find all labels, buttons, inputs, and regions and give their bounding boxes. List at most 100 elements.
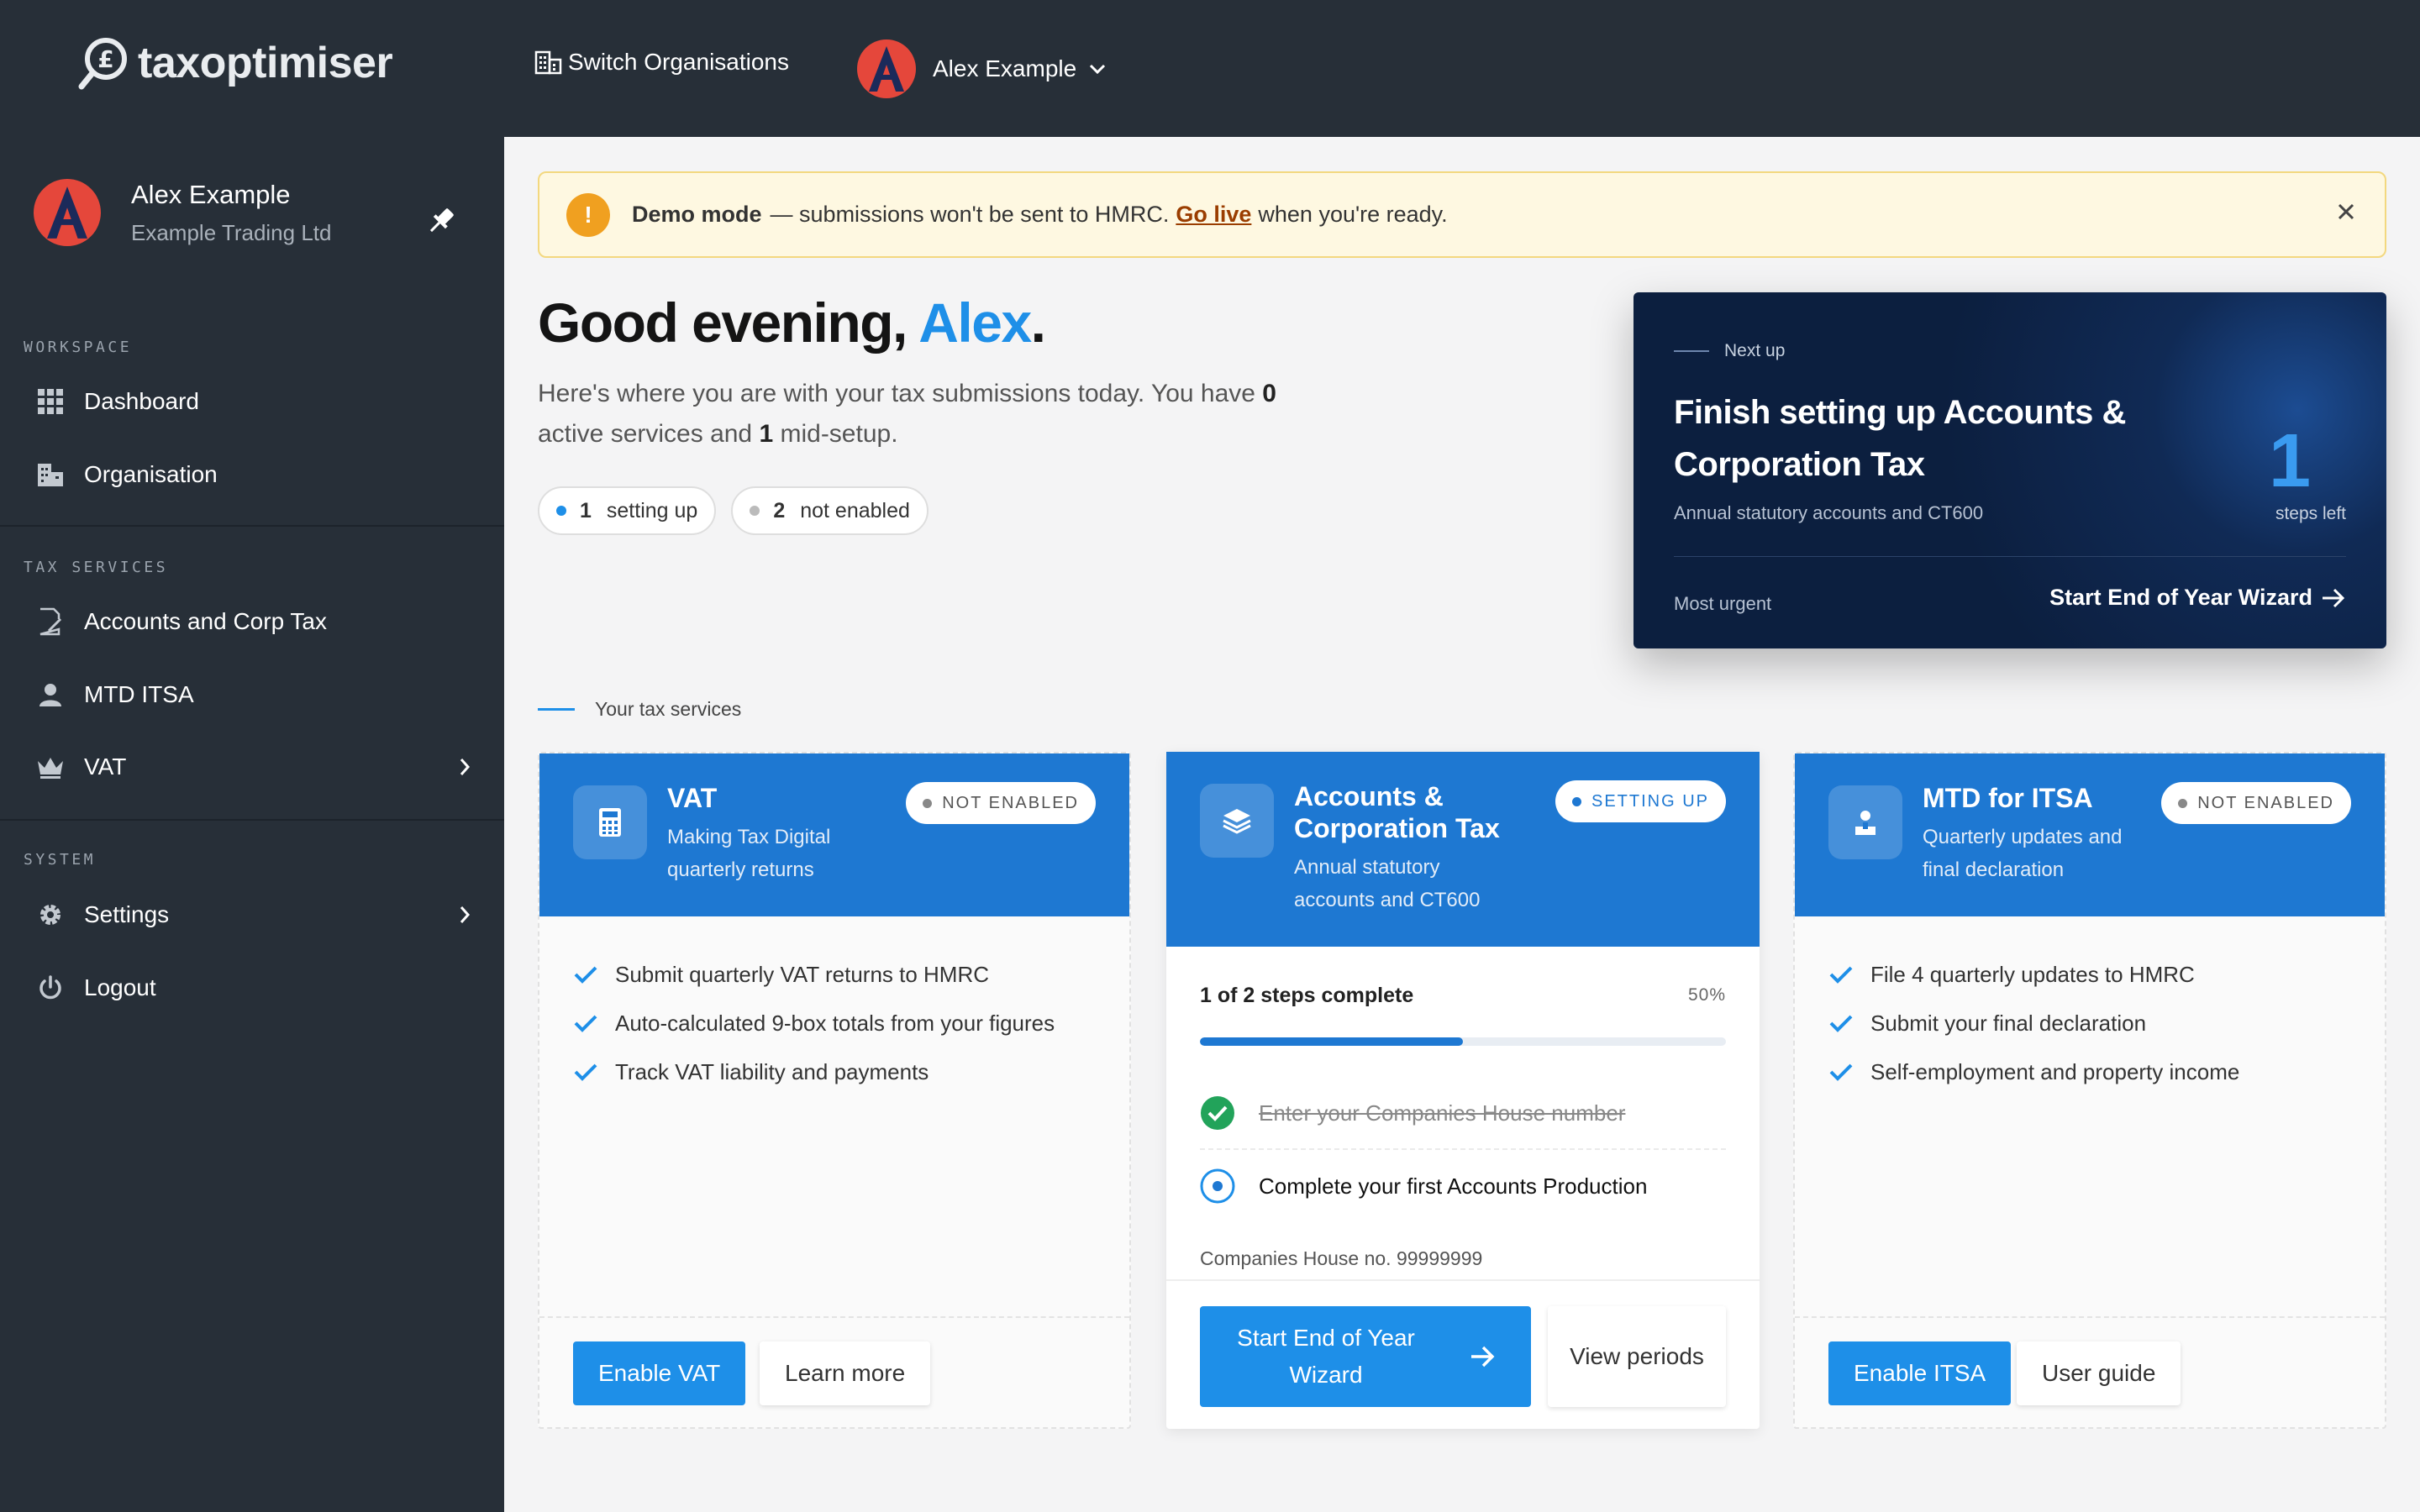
cta-label: Start End of Year Wizard: [2049, 585, 2312, 610]
avatar: [34, 179, 101, 246]
progress-fill: [1200, 1037, 1463, 1046]
calculator-icon: [573, 785, 647, 859]
start-end-of-year-wizard-button[interactable]: Start End of Year Wizard: [1200, 1306, 1531, 1407]
logo[interactable]: £ taxoptimiser: [77, 34, 393, 92]
sidebar-item-label: VAT: [84, 753, 127, 780]
check-icon: [1829, 1015, 1853, 1032]
progress-bar: [1200, 1037, 1726, 1046]
step-text: Complete your first Accounts Production: [1259, 1173, 1648, 1199]
next-up-title: Finish setting up Accounts & Corporation…: [1674, 394, 2126, 483]
document-edit-icon: [39, 607, 62, 636]
arrow-right-icon: [1471, 1346, 1495, 1368]
switch-organisations-label: Switch Organisations: [568, 49, 790, 75]
avatar: [857, 39, 916, 98]
sidebar-user: Alex Example Example Trading Ltd: [34, 179, 331, 246]
intro-text: Here's where you are with your tax submi…: [538, 374, 1344, 454]
sidebar-item-vat[interactable]: VAT: [34, 742, 471, 792]
close-icon[interactable]: [2336, 202, 2356, 222]
services-label-text: Your tax services: [595, 698, 742, 720]
power-icon: [39, 975, 61, 1000]
switch-organisations-button[interactable]: Switch Organisations: [534, 49, 789, 76]
top-bar: £ taxoptimiser Switch Organisations Alex…: [0, 0, 2420, 137]
letter-a-avatar-icon: [869, 46, 904, 92]
vat-card: VAT Making Tax Digital quarterly returns…: [538, 752, 1131, 1429]
chip-not-enabled[interactable]: 2 not enabled: [731, 486, 929, 535]
user-guide-button[interactable]: User guide: [2017, 1341, 2181, 1405]
feature-text: Track VAT liability and payments: [615, 1058, 929, 1084]
divider: [1674, 556, 2346, 557]
section-system: SYSTEM: [24, 851, 97, 869]
chip-count: 1: [580, 498, 592, 522]
active-count: 0: [1262, 380, 1276, 407]
grid-icon: [38, 389, 63, 414]
badge-text: SETTING UP: [1591, 791, 1709, 811]
list-item: Auto-calculated 9-box totals from your f…: [573, 999, 1055, 1047]
check-icon: [1829, 966, 1853, 984]
sidebar-user-name: Alex Example: [131, 179, 291, 209]
card-title: VAT: [667, 783, 718, 813]
button-label: Start End of Year Wizard: [1237, 1325, 1415, 1388]
view-periods-button[interactable]: View periods: [1548, 1306, 1726, 1407]
step-text: Enter your Companies House number: [1259, 1100, 1626, 1126]
intro-part: Here's where you are with your tax submi…: [538, 380, 1263, 407]
badge-text: NOT ENABLED: [2197, 793, 2334, 812]
card-title: MTD for ITSA: [1923, 783, 2093, 813]
sidebar-item-mtd-itsa[interactable]: MTD ITSA: [34, 669, 471, 720]
step-current[interactable]: Complete your first Accounts Production: [1200, 1150, 1726, 1222]
sidebar-divider: [0, 819, 504, 821]
sidebar-item-settings[interactable]: Settings: [34, 890, 471, 940]
list-item: Self-employment and property income: [1828, 1047, 2239, 1096]
check-circle-icon: [1201, 1096, 1234, 1130]
enable-itsa-button[interactable]: Enable ITSA: [1828, 1341, 2012, 1405]
section-workspace: WORKSPACE: [24, 339, 133, 356]
step-done[interactable]: Enter your Companies House number: [1200, 1078, 1726, 1150]
list-item: Submit your final declaration: [1828, 999, 2239, 1047]
go-live-link[interactable]: Go live: [1176, 202, 1251, 228]
list-item: File 4 quarterly updates to HMRC: [1828, 950, 2239, 999]
intro-part: active services and: [538, 420, 760, 448]
card-footer: Start End of Year Wizard View periods: [1166, 1279, 1760, 1429]
svg-text:£: £: [97, 45, 113, 73]
card-title: Accounts & Corporation Tax: [1294, 781, 1500, 843]
chip-label: setting up: [606, 498, 698, 522]
check-icon: [574, 1015, 597, 1032]
sidebar-item-label: Organisation: [84, 461, 218, 487]
card-subtitle: Annual statutory accounts and CT600: [1294, 856, 1481, 911]
feature-text: Self-employment and property income: [1870, 1058, 2240, 1084]
feature-text: Auto-calculated 9-box totals from your f…: [615, 1010, 1055, 1036]
crown-icon: [38, 758, 63, 779]
status-dot: [750, 506, 760, 516]
person-icon: [39, 684, 61, 706]
check-icon: [574, 1063, 597, 1081]
banner-text: — submissions won't be sent to HMRC.: [770, 202, 1170, 227]
sidebar-item-label: Settings: [84, 901, 170, 927]
sidebar-item-organisation[interactable]: Organisation: [34, 449, 471, 500]
pin-icon[interactable]: [424, 204, 458, 238]
sidebar-item-dashboard[interactable]: Dashboard: [34, 376, 471, 427]
gear-icon: [40, 905, 60, 925]
badge-text: NOT ENABLED: [942, 793, 1079, 812]
check-icon: [1829, 1063, 1853, 1081]
feature-text: File 4 quarterly updates to HMRC: [1870, 961, 2195, 987]
arrow-right-icon: [2323, 588, 2345, 607]
chip-setting-up[interactable]: 1 setting up: [538, 486, 717, 535]
steps-left-count: 1: [2268, 419, 2311, 503]
demo-mode-banner: ! Demo mode — submissions won't be sent …: [538, 171, 2386, 258]
start-wizard-link[interactable]: Start End of Year Wizard: [2049, 585, 2346, 611]
user-menu[interactable]: Alex Example: [857, 39, 1107, 98]
warning-icon: !: [566, 192, 610, 237]
enable-vat-button[interactable]: Enable VAT: [573, 1341, 746, 1405]
sidebar-item-logout[interactable]: Logout: [34, 963, 471, 1013]
mid-setup-count: 1: [759, 420, 774, 448]
urgency-label: Most urgent: [1674, 593, 1772, 614]
person-badge-icon: [1828, 785, 1902, 859]
card-subtitle: Making Tax Digital quarterly returns: [667, 826, 831, 881]
progress-percent: 50%: [1687, 985, 1726, 1005]
learn-more-button[interactable]: Learn more: [760, 1341, 931, 1405]
status-badge: NOT ENABLED: [2161, 782, 2351, 824]
accounts-corp-tax-card: Accounts & Corporation Tax Annual statut…: [1166, 752, 1760, 1429]
sidebar-item-label: Logout: [84, 974, 156, 1000]
chevron-right-icon: [460, 759, 471, 775]
status-badge: SETTING UP: [1555, 780, 1726, 822]
sidebar-item-accounts-corp-tax[interactable]: Accounts and Corp Tax: [34, 596, 471, 647]
